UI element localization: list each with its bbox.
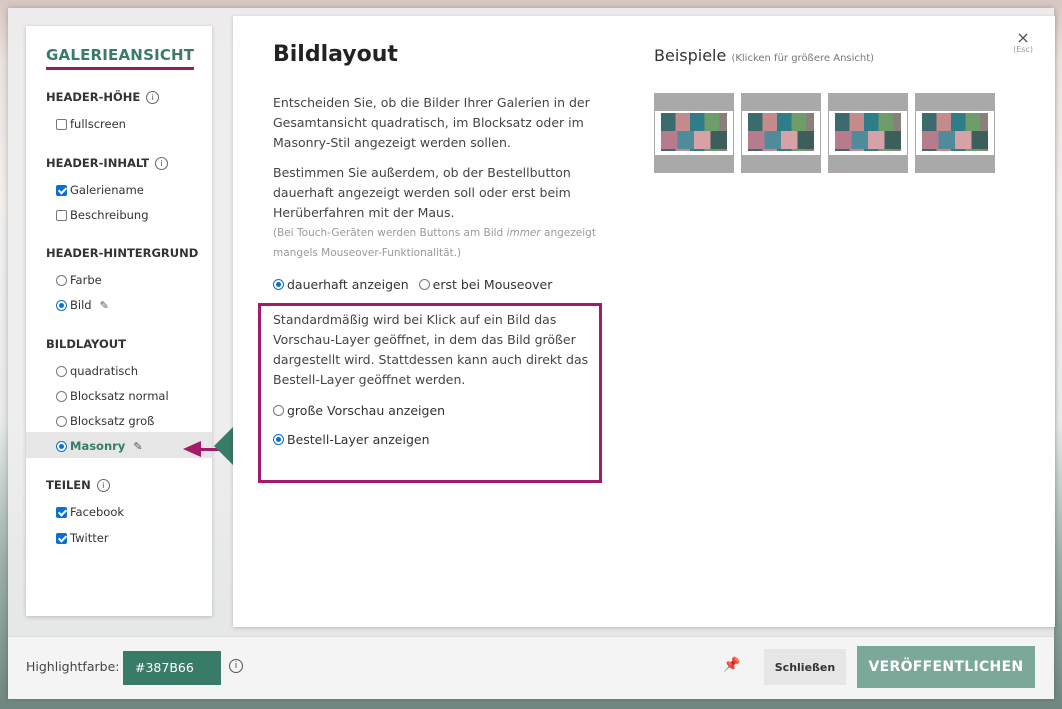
radio-farbe[interactable]	[56, 274, 67, 286]
option-twitter[interactable]: Twitter	[56, 531, 109, 545]
examples-title: Beispiele (Klicken für größere Ansicht)	[654, 46, 874, 65]
pin-icon[interactable]: 📌	[723, 657, 740, 673]
section-title: HEADER-HÖHE	[46, 90, 141, 104]
radio-bild[interactable]	[56, 299, 67, 311]
thumbnail-frame	[829, 111, 907, 155]
section-header-inhalt: HEADER-INHALT i	[46, 156, 169, 170]
thumbnail-frame	[655, 111, 733, 155]
option-label: fullscreen	[70, 117, 126, 131]
option-label: Bestell-Layer anzeigen	[287, 432, 430, 447]
close-hint: (Esc)	[1013, 45, 1033, 54]
examples-label: Beispiele	[654, 46, 727, 65]
example-thumbnail-blocksatz-gross[interactable]	[828, 93, 908, 173]
option-farbe[interactable]: Farbe	[56, 273, 102, 287]
click-behavior-box: Standardmäßig wird bei Klick auf ein Bil…	[258, 303, 602, 483]
option-facebook[interactable]: Facebook	[56, 505, 124, 519]
option-label: Blocksatz groß	[70, 414, 155, 428]
option-quadratisch[interactable]: quadratisch	[56, 364, 138, 378]
thumbnail-grid	[748, 131, 814, 149]
thumbnail-frame	[742, 111, 820, 155]
info-icon[interactable]: i	[146, 91, 160, 104]
option-label: Bild	[70, 298, 92, 312]
section-title: TEILEN	[46, 478, 91, 492]
radio-blocksatz-normal[interactable]	[56, 390, 67, 402]
option-bestell-layer[interactable]: Bestell-Layer anzeigen	[273, 432, 430, 447]
panel-pointer	[214, 426, 234, 466]
footer-bar: Highlightfarbe: #387B66 i 📌 Schließen VE…	[8, 636, 1054, 699]
option-label: Galeriename	[70, 183, 144, 197]
sidebar-title: GALERIEANSICHT	[46, 46, 195, 70]
checkbox-galeriename[interactable]	[56, 184, 67, 196]
option-label: Facebook	[70, 505, 125, 519]
touch-note: (Bei Touch-Geräten werden Buttons am Bil…	[273, 223, 613, 263]
section-header-hoehe: HEADER-HÖHE i	[46, 90, 160, 104]
checkbox-twitter[interactable]	[56, 532, 67, 544]
option-bild[interactable]: Bild ✎	[56, 298, 109, 312]
close-button[interactable]: Schließen	[764, 649, 846, 685]
example-thumbnail-quadratisch[interactable]	[654, 93, 734, 173]
note-text: (Bei Touch-Geräten werden Buttons am Bil…	[273, 227, 507, 239]
highlight-color-label: Highlightfarbe:	[26, 659, 120, 674]
checkbox-fullscreen[interactable]	[56, 118, 67, 130]
option-beschreibung[interactable]: Beschreibung	[56, 208, 149, 222]
note-emphasis: immer	[506, 227, 541, 239]
section-title: HEADER-INHALT	[46, 156, 150, 170]
button-visibility-options: dauerhaft anzeigen erst bei Mouseover	[273, 277, 562, 292]
highlight-color-input[interactable]: #387B66	[123, 651, 221, 685]
thumbnail-grid	[835, 131, 901, 149]
close-icon[interactable]: × (Esc)	[1013, 28, 1033, 54]
section-bildlayout: BILDLAYOUT	[46, 337, 126, 351]
section-teilen: TEILEN i	[46, 478, 110, 492]
option-mouseover[interactable]: erst bei Mouseover	[418, 277, 553, 292]
main-panel: Bildlayout Entscheiden Sie, ob die Bilde…	[233, 16, 1055, 627]
option-label: Masonry	[70, 439, 126, 453]
option-blocksatz-gross[interactable]: Blocksatz groß	[56, 414, 154, 428]
thumbnail-grid	[661, 131, 727, 149]
radio-masonry[interactable]	[56, 440, 67, 452]
radio-grosse-vorschau[interactable]	[273, 405, 284, 416]
example-thumbnail-blocksatz-normal[interactable]	[741, 93, 821, 173]
click-description: Standardmäßig wird bei Klick auf ein Bil…	[273, 312, 589, 387]
option-grosse-vorschau[interactable]: große Vorschau anzeigen	[273, 403, 445, 418]
option-blocksatz-normal[interactable]: Blocksatz normal	[56, 389, 169, 403]
section-header-hintergrund: HEADER-HINTERGRUND	[46, 246, 198, 260]
option-label: Farbe	[70, 273, 102, 287]
option-fullscreen[interactable]: fullscreen	[56, 117, 126, 131]
section-title: HEADER-HINTERGRUND	[46, 246, 199, 260]
radio-mouseover[interactable]	[418, 279, 430, 290]
page-title: Bildlayout	[273, 42, 398, 67]
arrow-head	[183, 441, 201, 457]
radio-bestell-layer[interactable]	[273, 434, 284, 445]
option-label: große Vorschau anzeigen	[287, 403, 446, 418]
radio-quadratisch[interactable]	[56, 365, 67, 377]
section-title: BILDLAYOUT	[46, 337, 126, 351]
thumbnail-grid	[922, 131, 988, 149]
button-description: Bestimmen Sie außerdem, ob der Bestellbu…	[273, 165, 571, 220]
radio-dauerhaft[interactable]	[273, 279, 284, 290]
layout-description: Entscheiden Sie, ob die Bilder Ihrer Gal…	[273, 95, 590, 150]
info-icon[interactable]: i	[96, 479, 110, 492]
thumbnail-frame	[916, 111, 994, 155]
radio-blocksatz-gross[interactable]	[56, 415, 67, 427]
example-thumbnail-masonry[interactable]	[915, 93, 995, 173]
pencil-icon[interactable]: ✎	[133, 440, 142, 453]
option-dauerhaft[interactable]: dauerhaft anzeigen	[273, 277, 409, 292]
option-label: Twitter	[70, 531, 109, 545]
info-icon[interactable]: i	[229, 659, 243, 673]
pencil-icon[interactable]: ✎	[100, 299, 109, 312]
examples-hint: (Klicken für größere Ansicht)	[731, 53, 875, 64]
option-galeriename[interactable]: Galeriename	[56, 183, 144, 197]
option-label: Beschreibung	[70, 208, 149, 222]
option-label: Blocksatz normal	[70, 389, 169, 403]
publish-button[interactable]: VERÖFFENTLICHEN	[857, 646, 1035, 688]
option-label: erst bei Mouseover	[432, 277, 553, 292]
info-icon[interactable]: i	[155, 157, 169, 170]
option-masonry[interactable]: Masonry ✎	[56, 439, 143, 453]
sidebar: GALERIEANSICHT HEADER-HÖHE i fullscreen H…	[26, 26, 233, 616]
checkbox-beschreibung[interactable]	[56, 209, 67, 221]
option-label: dauerhaft anzeigen	[287, 277, 409, 292]
checkbox-facebook[interactable]	[56, 506, 67, 518]
option-label: quadratisch	[70, 364, 139, 378]
